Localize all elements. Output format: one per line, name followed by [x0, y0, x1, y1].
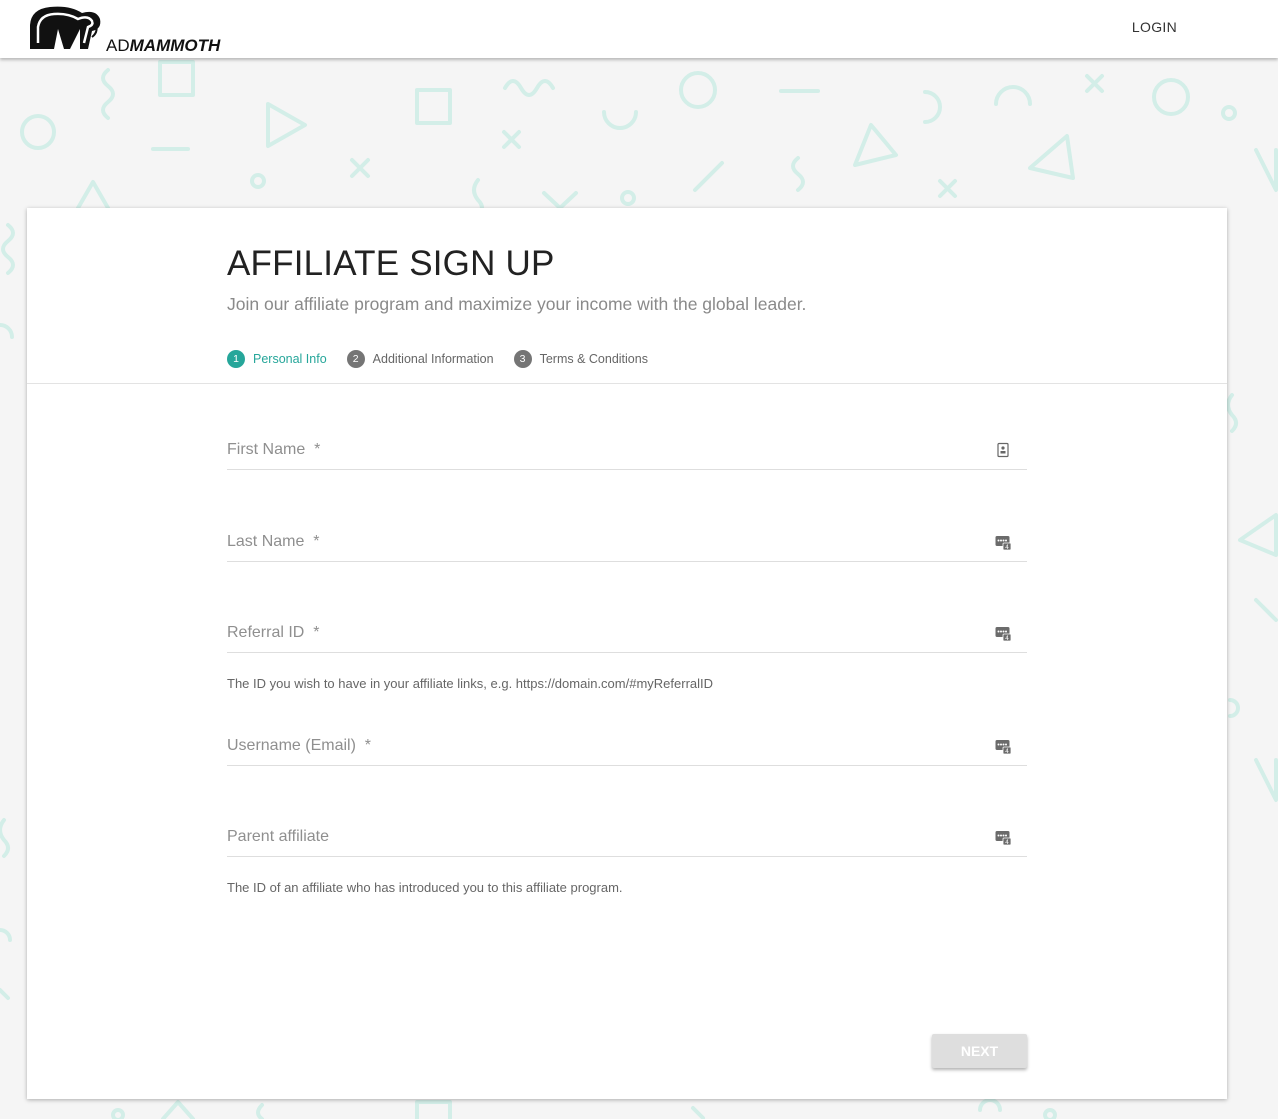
next-button[interactable]: NEXT — [932, 1034, 1027, 1068]
step-label: Additional Information — [372, 352, 494, 366]
password-manager-icon[interactable]: 4 — [995, 534, 1011, 550]
step-terms-conditions[interactable]: 3 Terms & Conditions — [513, 350, 648, 368]
password-manager-icon[interactable]: 4 — [995, 738, 1011, 754]
logo-prefix: AD — [106, 36, 130, 55]
svg-text:4: 4 — [1005, 544, 1009, 550]
step-number: 1 — [227, 350, 245, 368]
username-email-field: 4 — [227, 729, 1027, 766]
referral-id-field: 4 — [227, 616, 1027, 653]
page-subtitle: Join our affiliate program and maximize … — [227, 294, 807, 314]
svg-text:4: 4 — [1005, 635, 1009, 641]
last-name-input[interactable] — [227, 525, 987, 559]
parent-affiliate-input[interactable] — [227, 820, 987, 854]
step-additional-information[interactable]: 2 Additional Information — [346, 350, 494, 368]
referral-id-input[interactable] — [227, 616, 987, 650]
step-label: Terms & Conditions — [539, 352, 648, 366]
svg-text:4: 4 — [1005, 839, 1009, 845]
step-personal-info[interactable]: 1 Personal Info — [227, 350, 327, 368]
admammoth-logo[interactable]: ADMAMMOTH — [26, 3, 220, 55]
page-title: AFFILIATE SIGN UP — [227, 244, 555, 283]
last-name-field: 4 — [227, 525, 1027, 562]
referral-id-hint: The ID you wish to have in your affiliat… — [227, 676, 714, 691]
logo-name: MAMMOTH — [129, 36, 221, 55]
top-header: ADMAMMOTH LOGIN — [0, 0, 1278, 58]
step-number: 3 — [513, 350, 532, 368]
parent-affiliate-field: 4 — [227, 820, 1027, 857]
contact-card-icon[interactable] — [995, 442, 1011, 458]
signup-card: AFFILIATE SIGN UP Join our affiliate pro… — [27, 208, 1227, 1099]
logo-wordmark: ADMAMMOTH — [106, 36, 220, 56]
first-name-input[interactable] — [227, 433, 987, 467]
username-email-input[interactable] — [227, 729, 987, 763]
step-number: 2 — [346, 350, 365, 368]
parent-affiliate-hint: The ID of an affiliate who has introduce… — [227, 880, 623, 895]
first-name-field — [227, 433, 1027, 470]
card-header: AFFILIATE SIGN UP Join our affiliate pro… — [27, 208, 1227, 384]
password-manager-icon[interactable]: 4 — [995, 625, 1011, 641]
password-manager-icon[interactable]: 4 — [995, 829, 1011, 845]
stepper: 1 Personal Info 2 Additional Information… — [227, 349, 668, 369]
svg-text:4: 4 — [1005, 748, 1009, 754]
step-label: Personal Info — [253, 352, 327, 366]
login-link[interactable]: LOGIN — [1132, 19, 1177, 35]
